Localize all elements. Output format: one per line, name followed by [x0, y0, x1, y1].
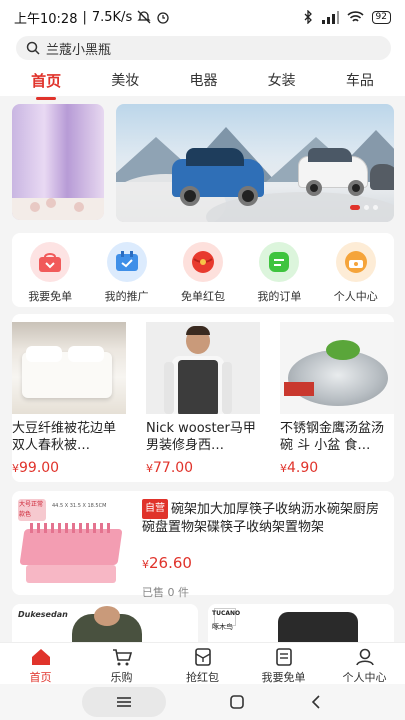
tab-womenswear[interactable]: 女装 [262, 66, 302, 94]
cellular-icon [321, 10, 339, 24]
product-card[interactable]: Nick wooster马甲男装修身西… ¥77.00 [146, 322, 260, 476]
profile-icon [355, 648, 374, 666]
action-red-packet[interactable]: 免单红包 [169, 242, 237, 304]
product-title: 大豆纤维被花边单双人春秋被… [12, 421, 117, 453]
promotion-icon [106, 242, 147, 282]
status-divider: | [82, 9, 87, 25]
search-placeholder: 兰蔻小黑瓶 [46, 42, 112, 58]
product-scroller: 大豆纤维被花边单双人春秋被… ¥99.00 Nick wooster马甲男装修身… [12, 314, 394, 482]
status-time: 上午10:28 [14, 11, 78, 27]
nav-profile[interactable]: 个人中心 [330, 643, 400, 684]
home-square-icon[interactable] [229, 694, 245, 710]
product-image [280, 322, 394, 414]
system-navigation-bar [0, 684, 405, 720]
recent-apps-button[interactable] [81, 687, 166, 717]
tab-appliances[interactable]: 电器 [183, 66, 223, 94]
nav-free-order[interactable]: 我要免单 [249, 643, 319, 684]
status-speed: 7.5K/s [91, 9, 133, 25]
carousel-indicator [350, 205, 378, 210]
alarm-icon [157, 12, 169, 24]
product-card[interactable]: 不锈钢金鹰汤盆汤碗 斗 小盆 食… ¥4.90 [280, 322, 394, 476]
home-icon [31, 649, 50, 665]
bottom-navigation: 首页 乐购 抢红包 我要免单 个人中心 [0, 642, 405, 684]
product-card[interactable]: 大豆纤维被花边单双人春秋被… ¥99.00 [12, 322, 126, 476]
action-label: 我要免单 [28, 290, 73, 303]
nav-home[interactable]: 首页 [6, 643, 76, 684]
banner-slide-cars[interactable] [116, 104, 394, 222]
free-order-doc-icon [275, 648, 292, 666]
banner-carousel[interactable] [0, 104, 405, 222]
sold-count: 已售 0 件 [142, 586, 189, 599]
action-my-promotion[interactable]: 我的推广 [93, 242, 161, 304]
bluetooth-icon [304, 10, 312, 24]
brand-logo: TUCANO [212, 610, 241, 617]
featured-product-price: ¥26.60 [142, 554, 192, 572]
product-price: ¥99.00 [12, 460, 60, 476]
self-operated-badge: 自营 [142, 499, 168, 519]
nav-red-envelope[interactable]: 抢红包 [168, 643, 238, 684]
action-label: 我的订单 [257, 290, 302, 303]
search-input[interactable]: 兰蔻小黑瓶 [16, 36, 391, 60]
featured-product-image: 大号正常款色 44.5 X 31.5 X 18.5CM [12, 495, 130, 591]
mute-icon [137, 10, 151, 24]
nav-shop[interactable]: 乐购 [87, 643, 157, 684]
back-icon[interactable] [308, 694, 324, 710]
product-title: Nick wooster马甲男装修身西… [146, 421, 256, 453]
action-label: 免单红包 [180, 290, 225, 303]
quick-actions: 我要免单 我的推广 免单红包 我的订单 个人中心 [12, 233, 394, 307]
battery-indicator: 92 [371, 10, 391, 24]
action-user-center[interactable]: 个人中心 [322, 242, 390, 304]
featured-product-title: 自营 碗架加大加厚筷子收纳沥水碗架厨房碗盘置物架碟筷子收纳架置物架 [142, 499, 388, 537]
tab-home[interactable]: 首页 [25, 66, 67, 100]
product-title: 不锈钢金鹰汤盆汤碗 斗 小盆 食… [280, 421, 385, 453]
product-price: ¥4.90 [280, 460, 319, 476]
product-price: ¥77.00 [146, 460, 194, 476]
cart-icon [112, 649, 132, 666]
tab-beauty[interactable]: 美妆 [105, 66, 145, 94]
red-envelope-icon [194, 648, 211, 666]
free-order-icon [30, 242, 71, 282]
red-packet-icon [182, 242, 223, 282]
status-bar: 上午10:28 | 7.5K/s 92 [0, 0, 405, 34]
search-bar-container: 兰蔻小黑瓶 [0, 34, 405, 64]
search-icon [26, 41, 40, 55]
menu-icon [116, 697, 131, 707]
brand-logo: Dukesedan [18, 610, 68, 619]
action-label: 我的推广 [104, 290, 149, 303]
product-image [12, 322, 126, 414]
category-tabs: 首页 美妆 电器 女装 车品 [0, 64, 405, 100]
action-label: 个人中心 [333, 290, 378, 303]
order-icon [259, 242, 300, 282]
product-card-partial[interactable]: TUCANO 啄木鸟 [208, 604, 394, 644]
action-free-order[interactable]: 我要免单 [16, 242, 84, 304]
tab-car[interactable]: 车品 [340, 66, 380, 94]
product-card-partial[interactable]: Dukesedan [12, 604, 198, 644]
banner-slide-prev[interactable] [12, 104, 104, 220]
featured-product-card[interactable]: 大号正常款色 44.5 X 31.5 X 18.5CM 自营 碗架加大加厚筷子收纳… [12, 491, 394, 599]
user-center-icon [335, 242, 376, 282]
action-my-orders[interactable]: 我的订单 [245, 242, 313, 304]
wifi-icon [347, 10, 364, 22]
product-image [146, 322, 260, 414]
